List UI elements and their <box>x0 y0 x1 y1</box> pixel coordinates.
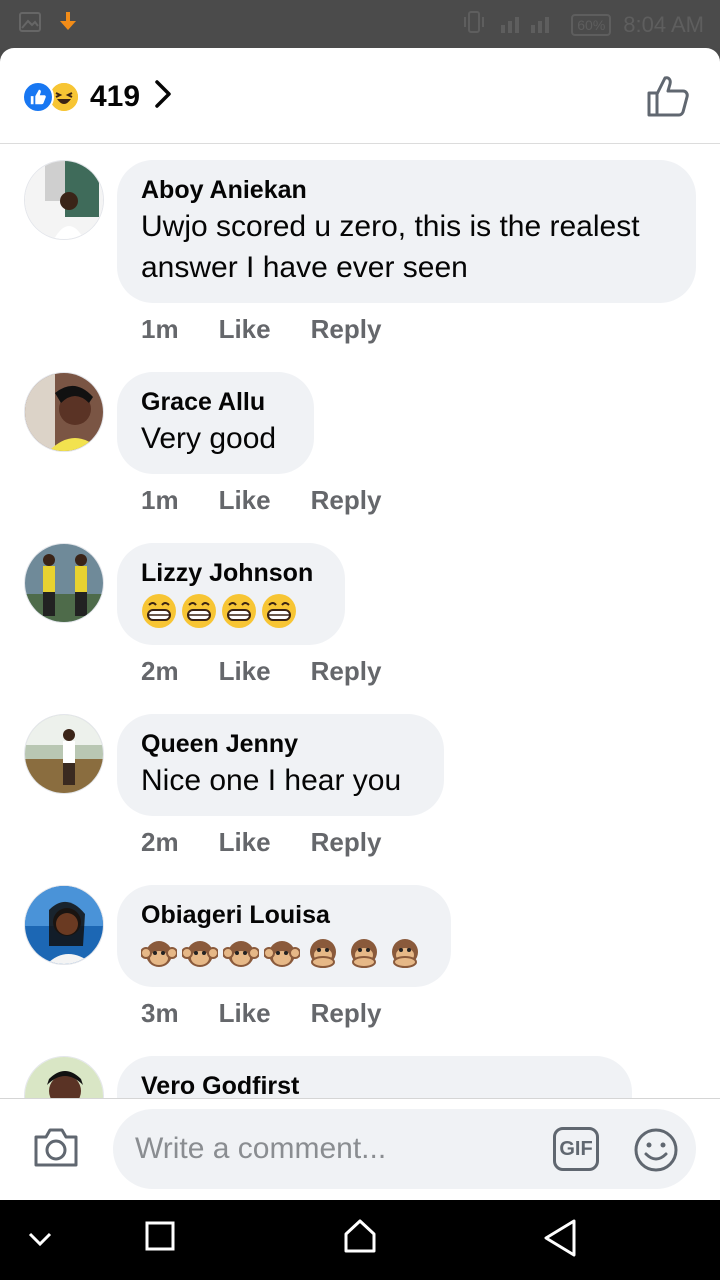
comment-actions: 3m Like Reply <box>141 998 381 1029</box>
like-button[interactable]: Like <box>219 314 271 345</box>
comment-actions: 2m Like Reply <box>141 827 381 858</box>
gif-button[interactable]: GIF <box>553 1127 599 1171</box>
comment-bubble[interactable]: Obiageri Louisa <box>117 885 451 987</box>
hear-no-evil-monkey-icon <box>181 935 219 976</box>
comment-list: Aboy Aniekan Uwjo scored u zero, this is… <box>0 145 720 1098</box>
hear-no-evil-monkey-icon <box>263 935 301 976</box>
battery-level: 60% <box>571 14 612 36</box>
like-button[interactable]: Like <box>219 656 271 687</box>
signal-icon <box>499 9 559 41</box>
clock: 8:04 AM <box>623 12 704 37</box>
hear-no-evil-monkey-icon <box>140 935 178 976</box>
back-icon[interactable] <box>542 1218 578 1263</box>
comment-composer: GIF <box>0 1098 720 1200</box>
avatar[interactable] <box>24 1056 104 1098</box>
comment-text: Uwjo scored u zero, this is the realest <box>141 210 640 243</box>
comment-time: 1m <box>141 485 179 515</box>
commenter-name[interactable]: Obiageri Louisa <box>141 899 427 931</box>
comment-time: 2m <box>141 656 179 686</box>
commenter-name[interactable]: Aboy Aniekan <box>141 174 672 206</box>
grin-emoji-icon <box>181 593 217 634</box>
comment-text: Nice one I hear you <box>141 764 402 797</box>
speak-no-evil-monkey-icon <box>305 935 341 976</box>
like-button[interactable]: Like <box>219 998 271 1029</box>
avatar[interactable] <box>24 160 104 240</box>
comment-actions: 2m Like Reply <box>141 656 381 687</box>
reaction-count: 419 <box>90 79 141 113</box>
smiley-icon[interactable] <box>633 1127 679 1178</box>
comment-time: 1m <box>141 314 179 344</box>
comment-bubble[interactable]: Grace Allu Very good <box>117 372 314 474</box>
avatar[interactable] <box>24 372 104 452</box>
comment-actions: 1m Like Reply <box>141 485 381 516</box>
comment-text: answer I have ever seen <box>141 251 468 284</box>
grin-emoji-icon <box>261 593 297 634</box>
comment-bubble[interactable]: Vero Godfirst <box>117 1056 632 1098</box>
reactions-header: 419 <box>0 48 720 144</box>
comment-emoji-row <box>140 935 427 976</box>
camera-icon[interactable] <box>32 1125 80 1174</box>
like-button[interactable]: Like <box>219 485 271 516</box>
commenter-name[interactable]: Queen Jenny <box>141 728 420 760</box>
home-icon[interactable] <box>342 1218 378 1259</box>
download-icon <box>56 10 80 39</box>
grin-emoji-icon <box>221 593 257 634</box>
vibrate-icon <box>461 9 487 41</box>
like-reaction-icon <box>22 80 54 113</box>
speak-no-evil-monkey-icon <box>346 935 382 976</box>
thumbs-up-outline-icon[interactable] <box>646 74 690 123</box>
reply-button[interactable]: Reply <box>311 314 382 345</box>
comment-input-container[interactable]: GIF <box>113 1109 696 1189</box>
gallery-icon <box>18 10 42 39</box>
reply-button[interactable]: Reply <box>311 827 382 858</box>
status-bar: 60% 8:04 AM <box>0 0 720 48</box>
comment-time: 3m <box>141 998 179 1028</box>
system-nav-bar <box>0 1200 720 1280</box>
chevron-down-icon[interactable] <box>26 1228 54 1257</box>
commenter-name[interactable]: Grace Allu <box>141 386 290 418</box>
comments-sheet: 419 Aboy Aniekan Uwjo scored u zero, thi… <box>0 48 720 1200</box>
comment-time: 2m <box>141 827 179 857</box>
reply-button[interactable]: Reply <box>311 998 382 1029</box>
comment-text: Very good <box>141 422 277 455</box>
speak-no-evil-monkey-icon <box>387 935 423 976</box>
grin-emoji-icon <box>141 593 177 634</box>
comment-bubble[interactable]: Aboy Aniekan Uwjo scored u zero, this is… <box>117 160 696 303</box>
commenter-name[interactable]: Lizzy Johnson <box>141 557 321 589</box>
battery-icon: 60% <box>571 14 612 36</box>
hear-no-evil-monkey-icon <box>222 935 260 976</box>
comment-emoji-row <box>141 593 321 634</box>
reply-button[interactable]: Reply <box>311 485 382 516</box>
reactions-summary[interactable]: 419 <box>22 79 172 114</box>
comment-input[interactable] <box>135 1127 535 1171</box>
recent-apps-icon[interactable] <box>144 1220 176 1257</box>
reply-button[interactable]: Reply <box>311 656 382 687</box>
comment-bubble[interactable]: Lizzy Johnson <box>117 543 345 645</box>
commenter-name[interactable]: Vero Godfirst <box>141 1070 608 1098</box>
comment-actions: 1m Like Reply <box>141 314 381 345</box>
comment-bubble[interactable]: Queen Jenny Nice one I hear you <box>117 714 444 816</box>
avatar[interactable] <box>24 543 104 623</box>
avatar[interactable] <box>24 714 104 794</box>
like-button[interactable]: Like <box>219 827 271 858</box>
chevron-right-icon[interactable] <box>154 79 172 114</box>
avatar[interactable] <box>24 885 104 965</box>
